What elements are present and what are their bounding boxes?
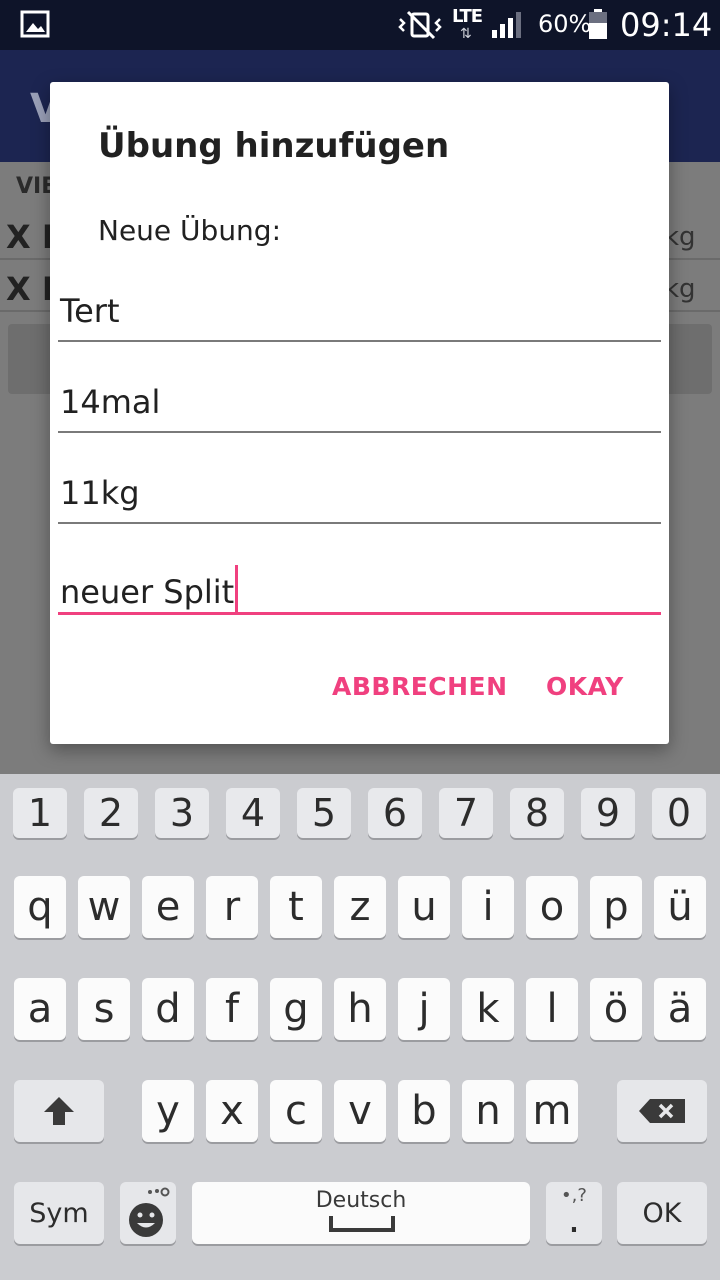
key-p[interactable]: p bbox=[590, 876, 642, 938]
key-s[interactable]: s bbox=[78, 978, 130, 1040]
key-r[interactable]: r bbox=[206, 876, 258, 938]
network-type-label: LTE bbox=[452, 6, 483, 27]
symbols-key[interactable]: Sym bbox=[14, 1182, 104, 1244]
key-8[interactable]: 8 bbox=[510, 788, 564, 838]
dialog-title: Übung hinzufügen bbox=[98, 126, 450, 166]
key-4[interactable]: 4 bbox=[226, 788, 280, 838]
key-k[interactable]: k bbox=[462, 978, 514, 1040]
key-2[interactable]: 2 bbox=[84, 788, 138, 838]
clock: 09:14 bbox=[620, 6, 713, 44]
split-value: neuer Split bbox=[60, 573, 235, 611]
key-m[interactable]: m bbox=[526, 1080, 578, 1142]
space-key[interactable]: Deutsch bbox=[192, 1182, 530, 1244]
key-a[interactable]: a bbox=[14, 978, 66, 1040]
add-exercise-dialog: Übung hinzufügen Neue Übung: Tert 14mal … bbox=[50, 82, 669, 744]
key-c[interactable]: c bbox=[270, 1080, 322, 1142]
key-n[interactable]: n bbox=[462, 1080, 514, 1142]
key-g[interactable]: g bbox=[270, 978, 322, 1040]
weight-value: 11kg bbox=[60, 474, 140, 512]
enter-ok-key[interactable]: OK bbox=[617, 1182, 707, 1244]
split-value-wrap: neuer Split bbox=[60, 565, 239, 613]
signal-strength-icon bbox=[492, 12, 521, 38]
repetitions-value: 14mal bbox=[60, 383, 161, 421]
key-o[interactable]: o bbox=[526, 876, 578, 938]
emoji-face-icon bbox=[129, 1187, 170, 1237]
key-u[interactable]: u bbox=[398, 876, 450, 938]
key-y[interactable]: y bbox=[142, 1080, 194, 1142]
repetitions-input[interactable]: 14mal bbox=[58, 373, 661, 433]
dialog-message: Neue Übung: bbox=[98, 214, 282, 247]
key-j[interactable]: j bbox=[398, 978, 450, 1040]
split-input[interactable]: neuer Split bbox=[58, 555, 661, 615]
key-9[interactable]: 9 bbox=[581, 788, 635, 838]
emoji-key[interactable] bbox=[120, 1182, 176, 1244]
exercise-name-input[interactable]: Tert bbox=[58, 282, 661, 342]
vibrate-mute-icon bbox=[398, 10, 442, 40]
key-oe[interactable]: ö bbox=[590, 978, 642, 1040]
key-h[interactable]: h bbox=[334, 978, 386, 1040]
key-e[interactable]: e bbox=[142, 876, 194, 938]
battery-percentage: 60% bbox=[538, 10, 592, 38]
key-w[interactable]: w bbox=[78, 876, 130, 938]
key-b[interactable]: b bbox=[398, 1080, 450, 1142]
keyboard-language-label: Deutsch bbox=[315, 1188, 407, 1213]
backspace-icon bbox=[639, 1099, 685, 1123]
space-bar-icon bbox=[329, 1216, 395, 1232]
key-z[interactable]: z bbox=[334, 876, 386, 938]
key-1[interactable]: 1 bbox=[13, 788, 67, 838]
period-label: . bbox=[567, 1196, 581, 1242]
cancel-button[interactable]: ABBRECHEN bbox=[332, 672, 508, 701]
okay-button[interactable]: OKAY bbox=[546, 672, 624, 701]
key-v[interactable]: v bbox=[334, 1080, 386, 1142]
key-x[interactable]: x bbox=[206, 1080, 258, 1142]
status-bar: LTE ⇅ 60% 09:14 bbox=[0, 0, 720, 50]
key-d[interactable]: d bbox=[142, 978, 194, 1040]
text-cursor bbox=[235, 565, 239, 613]
key-l[interactable]: l bbox=[526, 978, 578, 1040]
backspace-key[interactable] bbox=[617, 1080, 707, 1142]
period-key[interactable]: •,? . bbox=[546, 1182, 602, 1244]
shift-key[interactable] bbox=[14, 1080, 104, 1142]
exercise-name-value: Tert bbox=[60, 292, 120, 330]
soft-keyboard: 1 2 3 4 5 6 7 8 9 0 q w e r t z u i o p … bbox=[0, 774, 720, 1280]
gallery-notification-icon bbox=[20, 10, 50, 38]
key-ue[interactable]: ü bbox=[654, 876, 706, 938]
key-q[interactable]: q bbox=[14, 876, 66, 938]
battery-icon bbox=[589, 9, 607, 39]
key-7[interactable]: 7 bbox=[439, 788, 493, 838]
key-i[interactable]: i bbox=[462, 876, 514, 938]
key-6[interactable]: 6 bbox=[368, 788, 422, 838]
key-t[interactable]: t bbox=[270, 876, 322, 938]
data-activity-icon: ⇅ bbox=[460, 26, 472, 42]
key-f[interactable]: f bbox=[206, 978, 258, 1040]
key-0[interactable]: 0 bbox=[652, 788, 706, 838]
weight-input[interactable]: 11kg bbox=[58, 464, 661, 524]
key-3[interactable]: 3 bbox=[155, 788, 209, 838]
shift-arrow-icon bbox=[44, 1097, 74, 1125]
key-5[interactable]: 5 bbox=[297, 788, 351, 838]
key-ae[interactable]: ä bbox=[654, 978, 706, 1040]
